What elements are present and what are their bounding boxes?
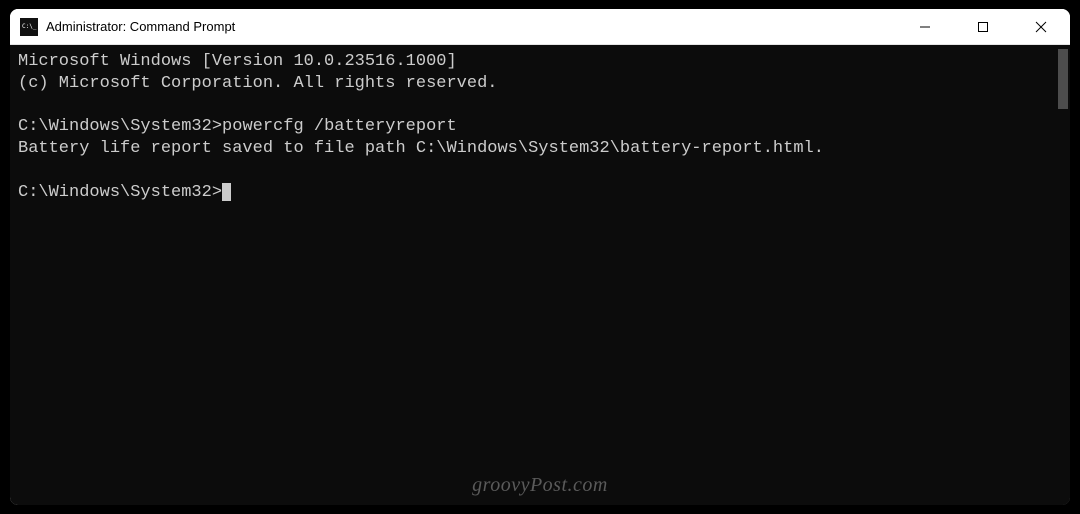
- scrollbar-track[interactable]: [1054, 45, 1070, 505]
- prompt-path-current: C:\Windows\System32>: [18, 183, 222, 202]
- prompt-path: C:\Windows\System32>: [18, 117, 222, 136]
- os-version-line: Microsoft Windows [Version 10.0.23516.10…: [18, 52, 457, 71]
- terminal-area: Microsoft Windows [Version 10.0.23516.10…: [10, 45, 1070, 505]
- command-prompt-window: C:\_ Administrator: Command Prompt Micro…: [10, 9, 1070, 505]
- minimize-button[interactable]: [896, 9, 954, 44]
- terminal-output[interactable]: Microsoft Windows [Version 10.0.23516.10…: [10, 45, 1054, 505]
- cmd-icon: C:\_: [20, 18, 38, 36]
- window-title: Administrator: Command Prompt: [46, 19, 896, 34]
- maximize-button[interactable]: [954, 9, 1012, 44]
- close-button[interactable]: [1012, 9, 1070, 44]
- titlebar[interactable]: C:\_ Administrator: Command Prompt: [10, 9, 1070, 45]
- command-output: Battery life report saved to file path C…: [18, 139, 824, 158]
- copyright-line: (c) Microsoft Corporation. All rights re…: [18, 74, 497, 93]
- text-cursor: [222, 183, 231, 201]
- scrollbar-thumb[interactable]: [1058, 49, 1068, 109]
- window-controls: [896, 9, 1070, 44]
- svg-text:C:\_: C:\_: [22, 23, 37, 30]
- entered-command: powercfg /batteryreport: [222, 117, 457, 136]
